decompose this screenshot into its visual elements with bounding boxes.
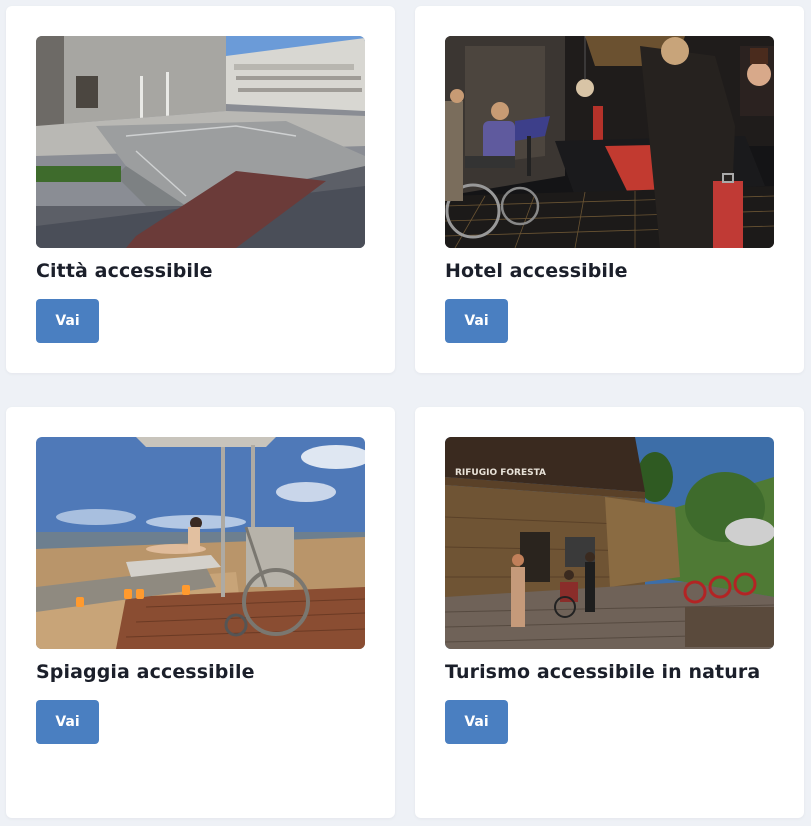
vai-button[interactable]: Vai [36, 299, 99, 343]
card-beach: Spiaggia accessibile Vai [6, 407, 395, 818]
nature-image[interactable]: RIFUGIO FORESTA [445, 437, 774, 649]
vai-button[interactable]: Vai [36, 700, 99, 744]
card-city: Città accessibile Vai [6, 6, 395, 373]
vai-button[interactable]: Vai [445, 700, 508, 744]
card-grid: Città accessibile Vai Hotel accessibile … [0, 0, 811, 826]
card-title: Turismo accessibile in natura [445, 661, 761, 683]
card-title: Città accessibile [36, 260, 213, 282]
nature-render: RIFUGIO FORESTA [445, 437, 774, 649]
hotel-image[interactable] [445, 36, 774, 248]
card-nature: RIFUGIO FORESTA Turismo accessibile in n… [415, 407, 804, 818]
card-title: Hotel accessibile [445, 260, 628, 282]
city-render [36, 36, 365, 248]
card-hotel: Hotel accessibile Vai [415, 6, 804, 373]
beach-render [36, 437, 365, 649]
hotel-render [445, 36, 774, 248]
card-title: Spiaggia accessibile [36, 661, 255, 683]
vai-button[interactable]: Vai [445, 299, 508, 343]
lodge-sign: RIFUGIO FORESTA [455, 468, 546, 478]
city-image[interactable] [36, 36, 365, 248]
beach-image[interactable] [36, 437, 365, 649]
